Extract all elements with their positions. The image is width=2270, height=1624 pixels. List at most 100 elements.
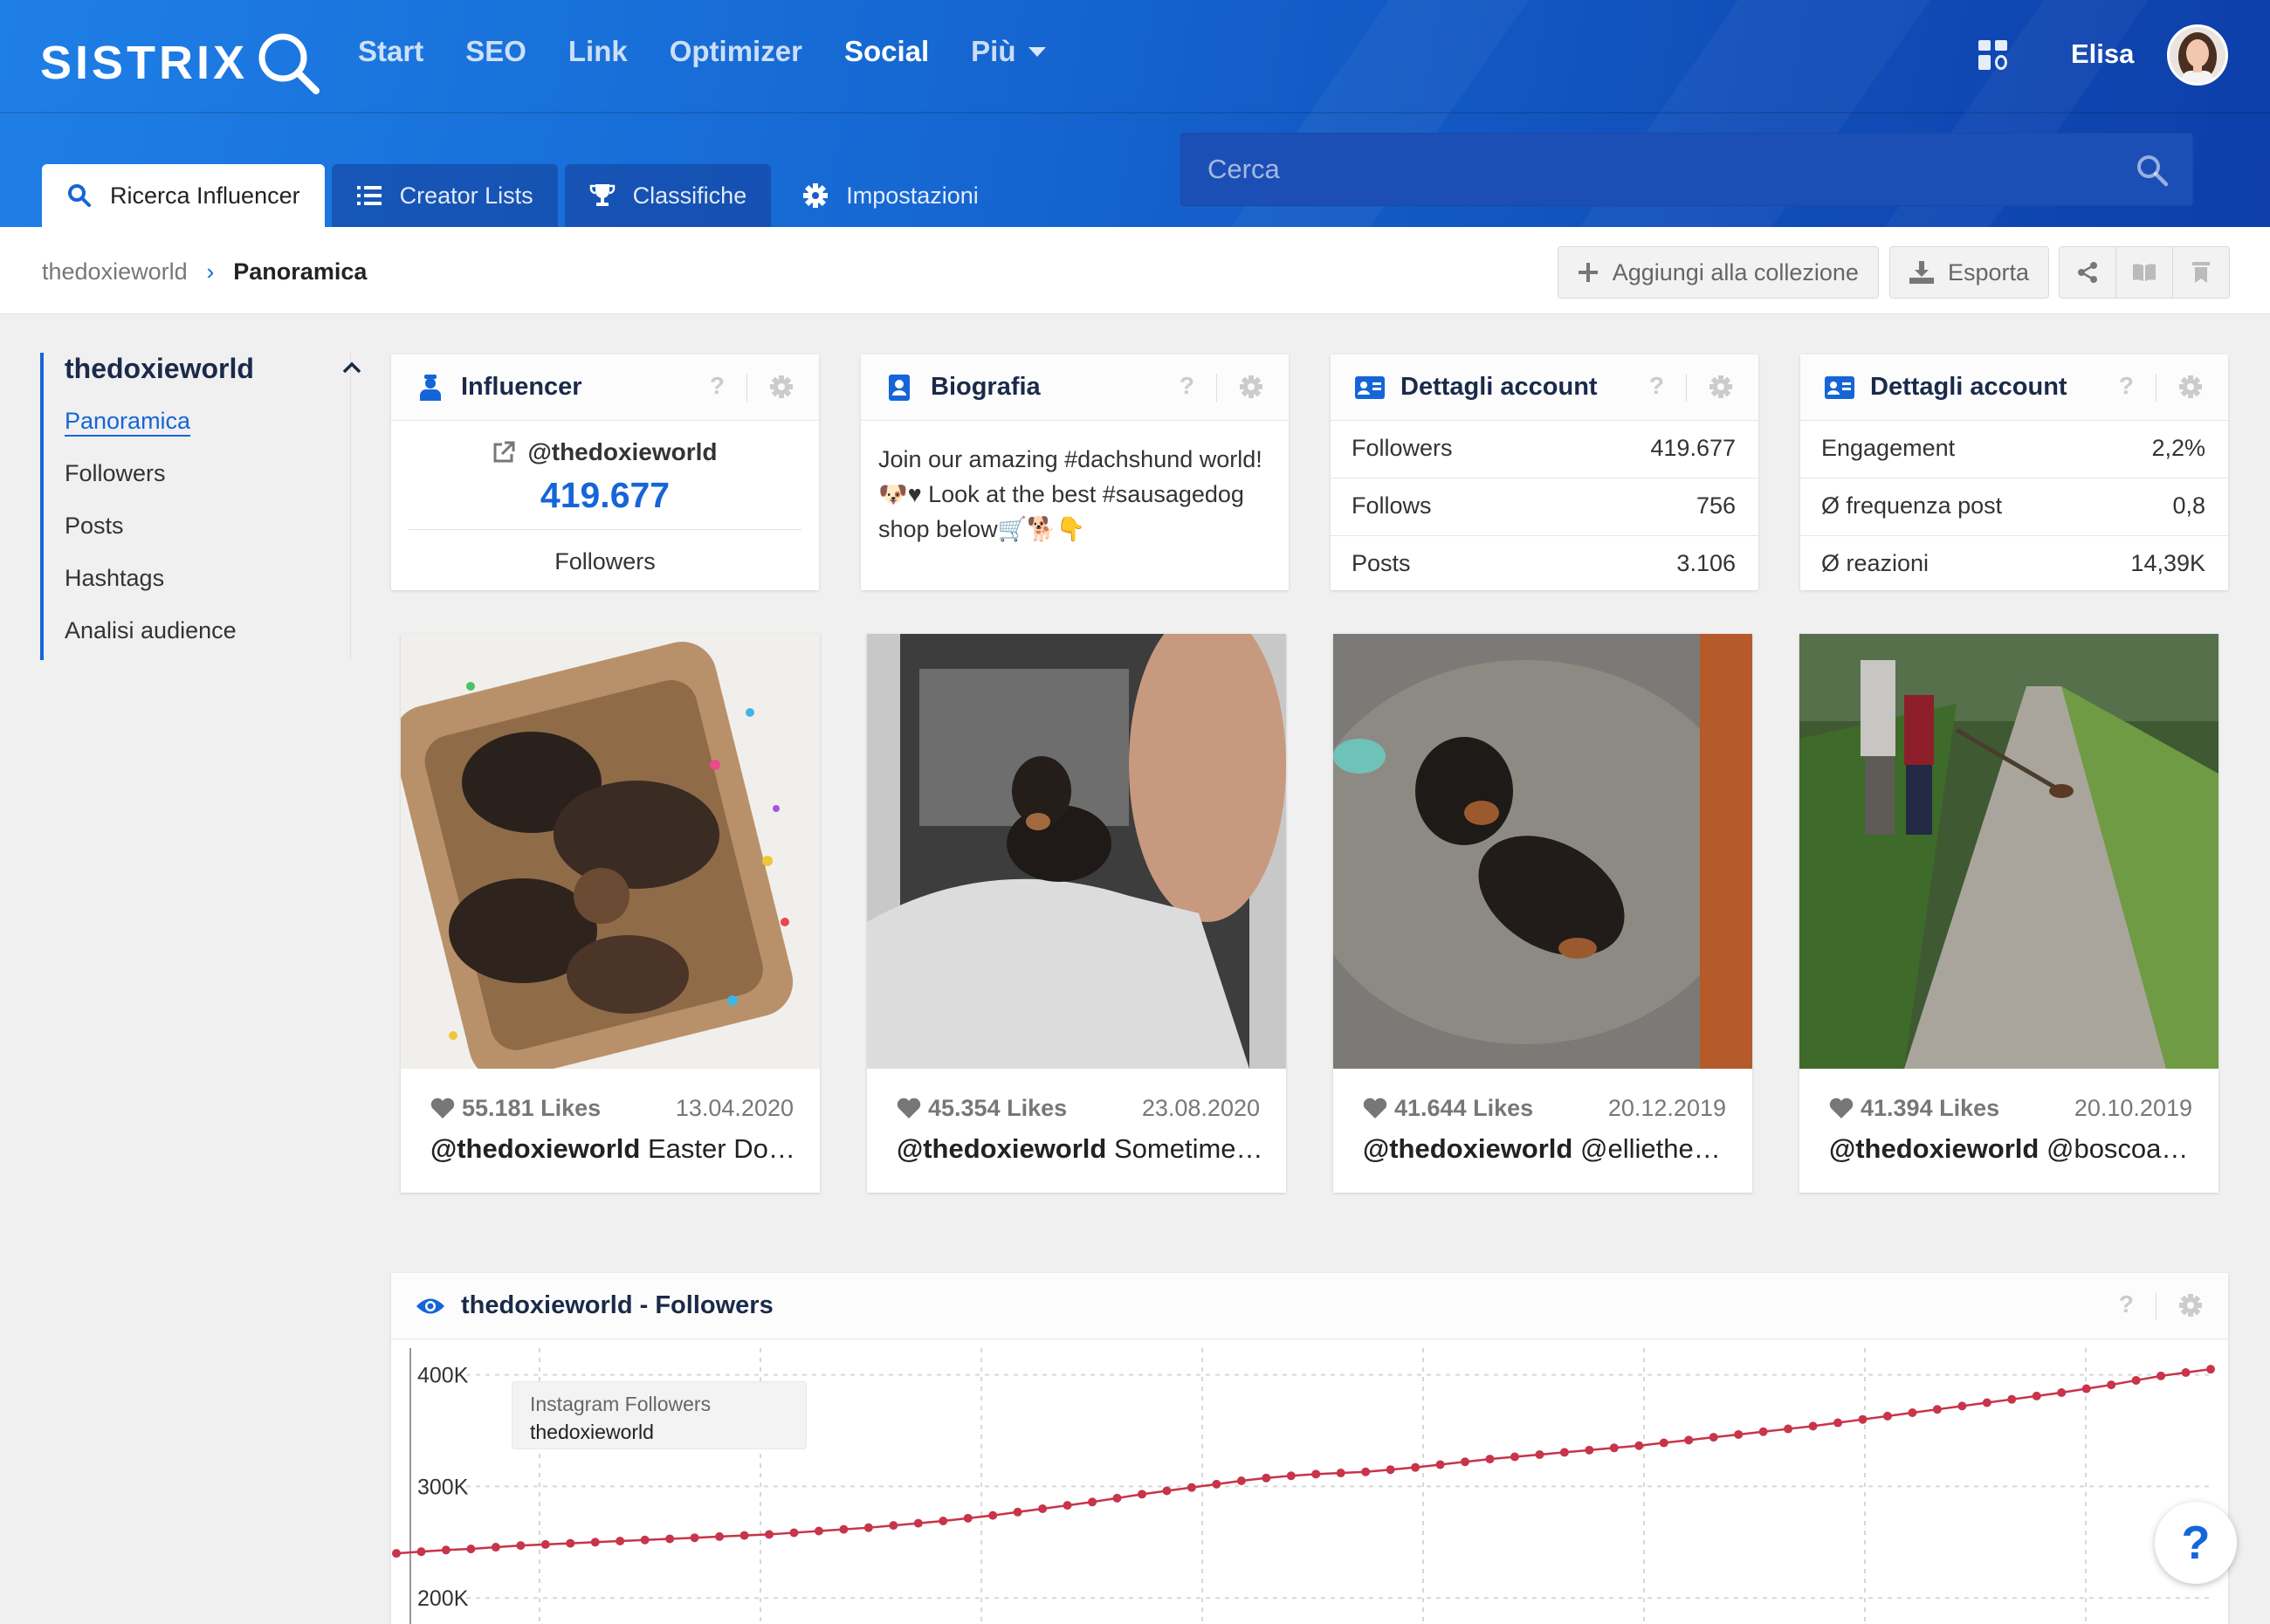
help-icon[interactable]: ? [2119, 1290, 2134, 1318]
breadcrumb-current: Panoramica [233, 258, 368, 285]
chart-data-point [1461, 1457, 1470, 1467]
post-caption: @thedoxieworld @elliethemini [1363, 1133, 1730, 1165]
chart-data-point [1286, 1471, 1296, 1481]
sidebar-item-hashtags[interactable]: Hashtags [65, 562, 237, 615]
nav-social[interactable]: Social [844, 35, 929, 68]
add-to-collection-button[interactable]: Aggiungi alla collezione [1557, 246, 1879, 299]
sidebar-item-followers[interactable]: Followers [65, 458, 237, 510]
nav-optimizer[interactable]: Optimizer [670, 35, 802, 68]
chart-data-point [640, 1535, 650, 1545]
logo-text: SISTRIX [40, 37, 249, 89]
sidebar-nav: Panoramica Followers Posts Hashtags Anal… [65, 405, 237, 667]
chart-data-point [1535, 1449, 1544, 1459]
chart-data-point [1386, 1465, 1395, 1475]
chart-data-point [1137, 1490, 1146, 1499]
detail-key: Ø reazioni [1821, 550, 1930, 576]
sidebar-item-overview[interactable]: Panoramica [65, 405, 237, 458]
export-button[interactable]: Esporta [1888, 246, 2049, 299]
breadcrumb-bar: thedoxieworld › Panoramica Aggiungi alla… [0, 227, 2270, 314]
id-card-icon [1825, 373, 1854, 403]
nav-more[interactable]: Più [971, 35, 1046, 68]
help-button[interactable]: ? [2155, 1502, 2237, 1584]
user-name[interactable]: Elisa [2071, 38, 2134, 70]
export-label: Esporta [1947, 258, 2029, 286]
chart-tooltip: Instagram Followers thedoxieworld [512, 1381, 807, 1449]
post-card[interactable]: 45.354 Likes 23.08.2020 @thedoxieworld S… [867, 634, 1286, 1193]
chevron-up-icon[interactable] [342, 361, 361, 378]
nav-start[interactable]: Start [358, 35, 423, 68]
breadcrumb-parent[interactable]: thedoxieworld [42, 258, 188, 286]
card-header: Biografia ? [861, 354, 1289, 421]
chart-data-point [1808, 1421, 1818, 1431]
chart-data-point [1932, 1405, 1942, 1414]
share-button[interactable] [2059, 246, 2116, 299]
post-likes-text: 45.354 Likes [928, 1095, 1068, 1121]
breadcrumb: thedoxieworld › Panoramica [42, 258, 367, 286]
nav-seo[interactable]: SEO [465, 35, 526, 68]
nav-start-label: Start [358, 35, 424, 67]
detail-value: 756 [1696, 492, 1736, 519]
post-card[interactable]: 41.394 Likes 20.10.2019 @thedoxieworld @… [1799, 634, 2218, 1193]
caret-down-icon [1028, 46, 1046, 57]
chart-title: thedoxieworld - Followers [461, 1291, 774, 1319]
share-buttons [2059, 246, 2230, 299]
external-link-icon [493, 441, 515, 463]
post-card[interactable]: 41.644 Likes 20.12.2019 @thedoxieworld @… [1333, 634, 1752, 1193]
search-icon[interactable] [2135, 153, 2170, 188]
post-caption-text: @elliethemini [1579, 1133, 1730, 1164]
nav-link[interactable]: Link [568, 35, 628, 68]
tab-influencer-search[interactable]: Ricerca Influencer [42, 164, 325, 227]
post-date: 23.08.2020 [1141, 1095, 1260, 1121]
guide-button[interactable] [2115, 246, 2173, 299]
tooltip-series: Instagram Followers [530, 1393, 712, 1415]
help-icon[interactable]: ? [1180, 372, 1194, 400]
chart-data-point [1162, 1486, 1172, 1496]
gear-icon[interactable] [1708, 374, 1736, 402]
sidebar-item-posts[interactable]: Posts [65, 510, 237, 562]
help-icon[interactable]: ? [710, 372, 725, 400]
tab-label: Ricerca Influencer [110, 182, 300, 209]
tooltip-account: thedoxieworld [530, 1421, 654, 1443]
chart-data-point [939, 1517, 948, 1526]
gear-icon[interactable] [768, 374, 796, 402]
list-icon [356, 182, 382, 209]
chart-data-point [1510, 1452, 1519, 1462]
post-card[interactable]: 55.181 Likes 13.04.2020 @thedoxieworld E… [401, 634, 820, 1193]
help-icon[interactable]: ? [1649, 372, 1664, 400]
influencer-handle-link[interactable]: @thedoxieworld [391, 438, 819, 466]
gear-icon[interactable] [1238, 374, 1266, 402]
search-input[interactable] [1207, 154, 2115, 185]
post-likes: 55.181 Likes [430, 1095, 601, 1122]
chart-data-point [1112, 1493, 1122, 1503]
help-icon[interactable]: ? [2119, 372, 2134, 400]
tab-rankings[interactable]: Classifiche [564, 164, 772, 227]
tab-settings[interactable]: Impostazioni [778, 164, 1003, 227]
nav-more-label: Più [971, 35, 1016, 67]
sistrix-logo[interactable]: SISTRIX [40, 28, 321, 98]
influencer-handle: @thedoxieworld [527, 438, 718, 465]
bookmark-button[interactable] [2172, 246, 2230, 299]
sidebar: thedoxieworld Panoramica Followers Posts… [40, 353, 361, 660]
sidebar-item-audience[interactable]: Analisi audience [65, 615, 237, 667]
detail-row-followers: Followers 419.677 [1331, 421, 1758, 478]
chart-data-point [2057, 1388, 2067, 1398]
user-avatar[interactable] [2167, 24, 2228, 86]
sidebar-title[interactable]: thedoxieworld [65, 353, 254, 385]
gear-icon[interactable] [2177, 1292, 2205, 1320]
influencer-card: Influencer ? @thedoxieworld 419.677 Foll… [391, 354, 819, 590]
detail-row-engagement: Engagement 2,2% [1800, 421, 2228, 478]
chart-data-point [590, 1538, 600, 1547]
biography-text: Join our amazing #dachshund world!🐶♥ Loo… [878, 446, 1262, 542]
apps-grid-icon[interactable] [1978, 40, 2008, 70]
chart-data-point [1063, 1501, 1072, 1510]
post-user: @thedoxieworld [897, 1133, 1107, 1164]
gear-icon[interactable] [2177, 374, 2205, 402]
tab-creator-lists[interactable]: Creator Lists [331, 164, 558, 227]
card-header: thedoxieworld - Followers ? [391, 1273, 2228, 1339]
detail-key: Engagement [1821, 435, 1956, 461]
chart-data-point [963, 1513, 973, 1523]
main-nav: Start SEO Link Optimizer Social Più [358, 35, 1046, 68]
influencer-person-icon [416, 373, 445, 403]
chart-data-point [988, 1510, 998, 1520]
chart-data-point [1262, 1473, 1271, 1483]
